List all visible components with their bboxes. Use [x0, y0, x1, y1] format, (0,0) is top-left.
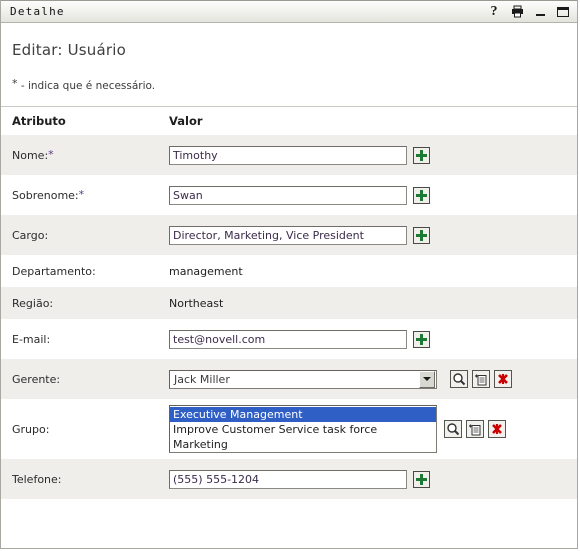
attribute-label-cell: Telefone: [1, 459, 169, 499]
add-telefone-button[interactable] [413, 470, 430, 488]
print-icon[interactable] [510, 4, 524, 19]
gerente-action-buttons [450, 370, 512, 388]
search-icon[interactable] [450, 370, 468, 388]
value-cell [169, 459, 577, 499]
table-row: Nome:* [1, 135, 577, 175]
value-cell: Executive Management Improve Customer Se… [169, 399, 577, 459]
grupo-action-buttons [444, 420, 506, 438]
table-row: E-mail: [1, 319, 577, 359]
field-label: Região: [12, 296, 54, 310]
telefone-input[interactable] [169, 469, 407, 489]
table-row: Telefone: [1, 459, 577, 499]
gerente-selected-value: Jack Miller [174, 372, 230, 386]
search-icon[interactable] [444, 420, 462, 438]
attribute-label-cell: Sobrenome:* [1, 175, 169, 215]
attribute-label-cell: Nome:* [1, 135, 169, 175]
help-icon[interactable]: ? [487, 4, 501, 19]
table-row: Departamento: management [1, 255, 577, 287]
grupo-listbox[interactable]: Executive Management Improve Customer Se… [169, 405, 437, 453]
value-cell: management [169, 255, 577, 287]
add-entry-icon[interactable] [472, 370, 490, 388]
field-label: Departamento: [12, 264, 96, 278]
list-item[interactable]: Executive Management [170, 407, 436, 422]
list-item[interactable]: Marketing [170, 437, 436, 452]
table-row: Sobrenome:* [1, 175, 577, 215]
minimize-icon[interactable] [533, 4, 547, 19]
maximize-icon[interactable] [556, 4, 570, 19]
field-label: Telefone: [12, 472, 62, 486]
table-row: Região: Northeast [1, 287, 577, 319]
page-header: Editar: Usuário * - indica que é necessá… [1, 23, 577, 106]
add-entry-icon[interactable] [466, 420, 484, 438]
nome-input[interactable] [169, 145, 407, 165]
add-cargo-button[interactable] [413, 226, 430, 244]
attribute-label-cell: E-mail: [1, 319, 169, 359]
field-label: Nome: [12, 149, 49, 162]
value-cell [169, 215, 577, 255]
delete-icon[interactable] [488, 420, 506, 438]
add-email-button[interactable] [413, 330, 430, 348]
attribute-label-cell: Grupo: [1, 399, 169, 459]
page-title: Editar: Usuário [12, 41, 126, 59]
window-controls: ? [487, 4, 570, 19]
attribute-label-cell: Região: [1, 287, 169, 319]
cargo-input[interactable] [169, 225, 407, 245]
table-row: Grupo: Executive Management Improve Cust… [1, 399, 577, 459]
attribute-label-cell: Cargo: [1, 215, 169, 255]
sobrenome-input[interactable] [169, 185, 407, 205]
value-cell [169, 319, 577, 359]
departamento-value: management [169, 264, 243, 278]
column-header-value: Valor [169, 107, 577, 135]
detail-window: Detalhe ? Editar: Usuário * - indica que… [0, 0, 578, 549]
field-label: Grupo: [12, 422, 50, 436]
add-sobrenome-button[interactable] [413, 186, 430, 204]
delete-icon[interactable] [494, 370, 512, 388]
field-label: Gerente: [12, 372, 61, 386]
field-label: Cargo: [12, 228, 49, 242]
column-header-attribute: Atributo [1, 107, 169, 135]
field-label: Sobrenome: [12, 189, 79, 202]
value-cell: Northeast [169, 287, 577, 319]
email-input[interactable] [169, 329, 407, 349]
attributes-table: Atributo Valor Nome:* Timothy Sobrenome:… [1, 107, 577, 499]
gerente-select[interactable]: Jack Miller [169, 369, 437, 389]
required-marker: * [78, 188, 85, 201]
required-note: * - indica que é necessário. [12, 77, 577, 92]
chevron-down-icon[interactable] [419, 370, 435, 388]
table-header-row: Atributo Valor [1, 107, 577, 135]
value-cell [169, 175, 577, 215]
field-label: E-mail: [12, 332, 51, 346]
attribute-label-cell: Departamento: [1, 255, 169, 287]
required-note-text: - indica que é necessário. [17, 80, 156, 92]
window-title: Detalhe [10, 5, 65, 18]
list-item[interactable]: Improve Customer Service task force [170, 422, 436, 437]
value-cell: Jack Miller [169, 359, 577, 399]
required-marker: * [48, 148, 54, 161]
table-row: Cargo: [1, 215, 577, 255]
regiao-value: Northeast [169, 296, 224, 310]
table-row: Gerente: Jack Miller [1, 359, 577, 399]
window-content: Editar: Usuário * - indica que é necessá… [1, 23, 577, 548]
add-nome-button[interactable] [413, 146, 430, 164]
window-titlebar: Detalhe ? [1, 0, 577, 23]
value-cell [169, 135, 577, 175]
attributes-table-body: Nome:* Sobrenome:* [1, 135, 577, 499]
attribute-label-cell: Gerente: [1, 359, 169, 399]
